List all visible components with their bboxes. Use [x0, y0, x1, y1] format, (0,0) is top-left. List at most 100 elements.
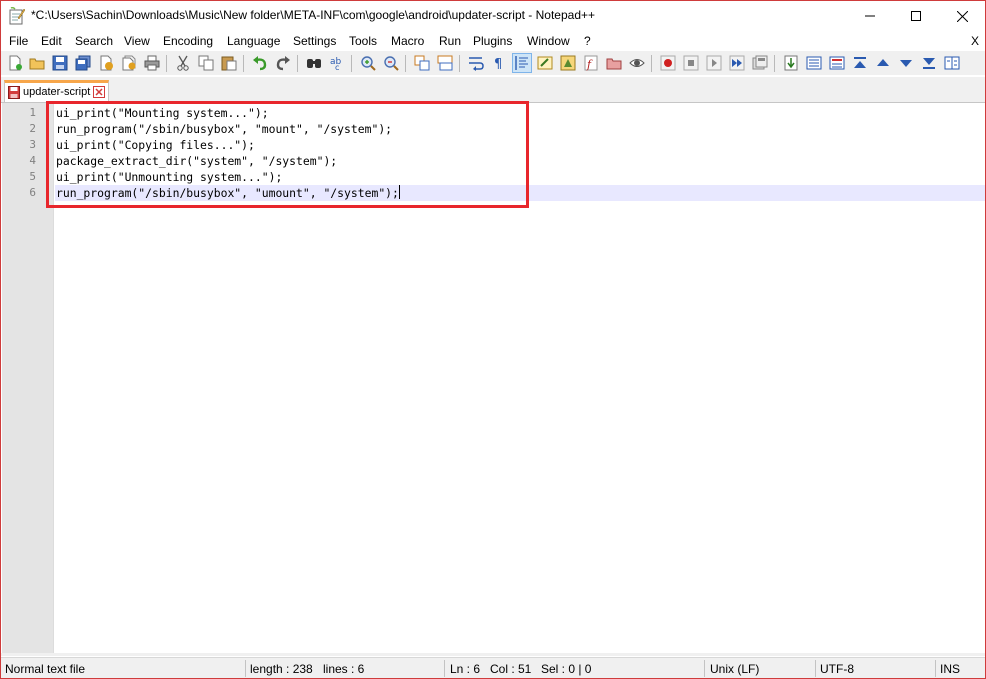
close-document-button[interactable]: X: [971, 34, 979, 48]
find-button[interactable]: [305, 54, 323, 72]
status-bar: Normal text file length : 238 lines : 6 …: [1, 657, 985, 678]
code-line[interactable]: ui_print("Mounting system...");: [55, 105, 985, 121]
menu-run[interactable]: Run: [439, 34, 461, 48]
toolbar: ab c ¶ f: [1, 51, 985, 75]
line-number-gutter[interactable]: 1 2 3 4 5 6: [2, 103, 54, 653]
menu-settings[interactable]: Settings: [293, 34, 336, 48]
play-macro-button[interactable]: [705, 54, 723, 72]
toolbar-separator: [405, 55, 406, 72]
show-all-characters-button[interactable]: ¶: [490, 54, 508, 72]
sync-vertical-button[interactable]: [413, 54, 431, 72]
copy-button[interactable]: [197, 54, 215, 72]
replace-button[interactable]: ab c: [328, 54, 346, 72]
status-separator: [444, 660, 445, 677]
cut-button[interactable]: [174, 54, 192, 72]
toolbar-separator: [651, 55, 652, 72]
navigate-previous-button[interactable]: [874, 54, 892, 72]
menu-search[interactable]: Search: [75, 34, 113, 48]
toolbar-separator: [459, 55, 460, 72]
folder-as-workspace-button[interactable]: [605, 54, 623, 72]
window-title: *C:\Users\Sachin\Downloads\Music\New fol…: [31, 8, 596, 22]
document-map-button[interactable]: [559, 54, 577, 72]
menu-view[interactable]: View: [124, 34, 150, 48]
code-line[interactable]: ui_print("Unmounting system...");: [55, 169, 985, 185]
status-file-type: Normal text file: [5, 662, 86, 676]
menu-language[interactable]: Language: [227, 34, 280, 48]
paste-button[interactable]: [220, 54, 238, 72]
menu-edit[interactable]: Edit: [41, 34, 62, 48]
status-lines: lines : 6: [323, 662, 365, 676]
menu-macro[interactable]: Macro: [391, 34, 424, 48]
status-separator: [815, 660, 816, 677]
menu-encoding[interactable]: Encoding: [163, 34, 213, 48]
word-wrap-button[interactable]: [467, 54, 485, 72]
navigate-first-button[interactable]: [851, 54, 869, 72]
text-editor[interactable]: 1 2 3 4 5 6 ui_print("Mounting system...…: [2, 103, 985, 653]
user-defined-language-button[interactable]: [536, 54, 554, 72]
close-tab-icon[interactable]: [93, 86, 105, 98]
clear-results-button[interactable]: [805, 54, 823, 72]
maximize-button[interactable]: [893, 1, 939, 31]
status-eol-format[interactable]: Unix (LF): [710, 662, 759, 676]
new-file-button[interactable]: [6, 54, 24, 72]
print-icon: [144, 55, 160, 71]
menu-window[interactable]: Window: [527, 34, 570, 48]
close-all-button[interactable]: [120, 54, 138, 72]
compare-button[interactable]: [782, 54, 800, 72]
clear-results-icon: [806, 56, 822, 70]
close-file-icon: [100, 55, 113, 71]
close-file-button[interactable]: [97, 54, 115, 72]
current-code-line[interactable]: run_program("/sbin/busybox", "umount", "…: [55, 185, 985, 201]
print-button[interactable]: [143, 54, 161, 72]
run-macro-multiple-button[interactable]: [728, 54, 746, 72]
tab-label: updater-script: [23, 86, 91, 98]
close-all-icon: [122, 55, 136, 71]
sync-horizontal-button[interactable]: [436, 54, 454, 72]
list-view-icon: [829, 56, 845, 70]
zoom-out-icon: [384, 56, 399, 71]
save-all-button[interactable]: [74, 54, 92, 72]
open-file-button[interactable]: [28, 54, 46, 72]
code-line[interactable]: run_program("/sbin/busybox", "mount", "/…: [55, 121, 985, 137]
settings-panel-button[interactable]: [943, 54, 961, 72]
sync-vertical-icon: [414, 55, 430, 71]
toolbar-separator: [243, 55, 244, 72]
current-line-text: run_program("/sbin/busybox", "umount", "…: [56, 186, 399, 200]
save-macro-icon: [752, 55, 768, 70]
tab-updater-script[interactable]: updater-script: [4, 80, 109, 102]
monitoring-button[interactable]: [628, 54, 646, 72]
minimize-button[interactable]: [847, 1, 893, 31]
status-encoding[interactable]: UTF-8: [820, 662, 854, 676]
line-number: 4: [29, 154, 36, 167]
redo-button[interactable]: [274, 54, 292, 72]
status-line-number: Ln : 6: [450, 662, 481, 676]
toolbar-separator: [166, 55, 167, 72]
undo-button[interactable]: [251, 54, 269, 72]
save-icon: [52, 55, 68, 71]
status-column: Col : 51: [490, 662, 532, 676]
navigate-next-button[interactable]: [897, 54, 915, 72]
indent-guide-button[interactable]: [512, 53, 532, 73]
navigate-last-button[interactable]: [920, 54, 938, 72]
status-insert-mode[interactable]: INS: [940, 662, 960, 676]
replace-icon: abc: [330, 57, 342, 71]
function-list-button[interactable]: f: [582, 54, 600, 72]
code-line[interactable]: ui_print("Copying files...");: [55, 137, 985, 153]
line-number: 2: [29, 122, 36, 135]
menu-tools[interactable]: Tools: [349, 34, 377, 48]
status-separator: [704, 660, 705, 677]
title-bar[interactable]: *C:\Users\Sachin\Downloads\Music\New fol…: [1, 1, 985, 32]
code-line[interactable]: package_extract_dir("system", "/system")…: [55, 153, 985, 169]
close-window-button[interactable]: [939, 1, 985, 31]
zoom-in-button[interactable]: [359, 54, 377, 72]
list-view-button[interactable]: [828, 54, 846, 72]
zoom-out-button[interactable]: [382, 54, 400, 72]
menu-plugins[interactable]: Plugins: [473, 34, 512, 48]
compare-icon: [784, 55, 798, 71]
stop-recording-button[interactable]: [682, 54, 700, 72]
save-button[interactable]: [51, 54, 69, 72]
save-macro-button[interactable]: [751, 54, 769, 72]
menu-file[interactable]: File: [9, 34, 28, 48]
record-macro-button[interactable]: [659, 54, 677, 72]
menu-help[interactable]: ?: [584, 34, 591, 48]
